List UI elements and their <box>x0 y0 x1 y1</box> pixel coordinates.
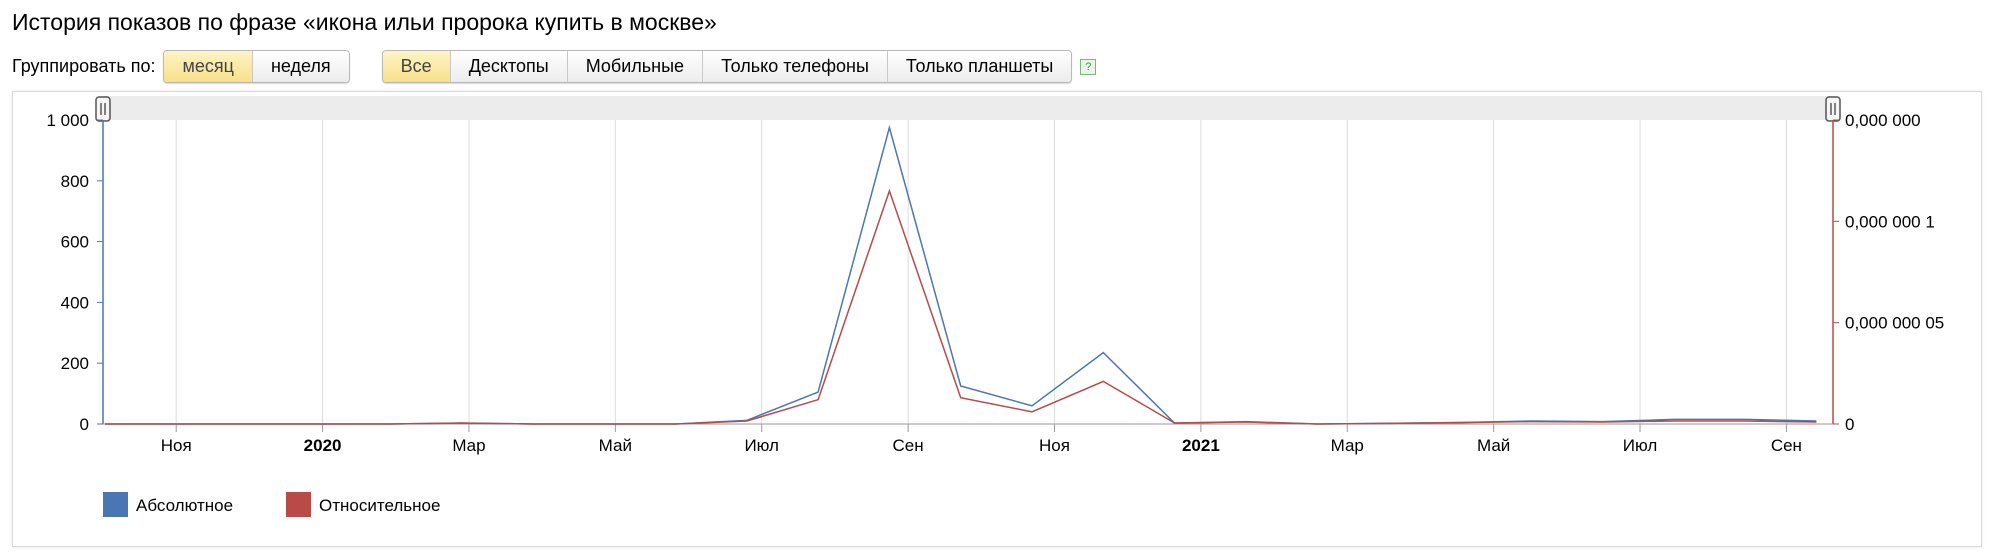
y-right-tick-label: 0,000 000 1 <box>1845 212 1935 231</box>
y-right-tick-label: 0 <box>1845 415 1854 434</box>
x-tick-label: Май <box>1477 436 1510 455</box>
legend-item[interactable]: Абсолютное <box>103 492 233 517</box>
y-right-tick-label: 0,000 000 05 <box>1845 314 1944 333</box>
device-mobile-button[interactable]: Мобильные <box>566 51 703 82</box>
x-tick-label: Сен <box>1771 436 1802 455</box>
range-handle-right[interactable] <box>1825 96 1841 122</box>
device-filter-toggle: Все Десктопы Мобильные Только телефоны Т… <box>381 50 1073 83</box>
x-tick-label: Мар <box>452 436 485 455</box>
legend-label: Относительное <box>319 496 440 515</box>
page-title: История показов по фразе «икона ильи про… <box>12 9 717 35</box>
x-tick-label: Ноя <box>1039 436 1070 455</box>
legend-label: Абсолютное <box>136 496 233 515</box>
x-tick-label: Июл <box>1623 436 1658 455</box>
device-phones-button[interactable]: Только телефоны <box>702 51 887 82</box>
chart-legend: Абсолютное Относительное <box>103 492 440 517</box>
x-tick-label: Июл <box>744 436 779 455</box>
y-left-tick-label: 600 <box>61 233 89 252</box>
series-line-absolute <box>105 124 1817 425</box>
y-left-tick-label: 1 000 <box>46 111 89 130</box>
y-right-tick-label: 0,000 000 <box>1845 111 1921 130</box>
x-tick-label: Мар <box>1331 436 1364 455</box>
y-left-tick-label: 400 <box>61 293 89 312</box>
x-tick-label: 2020 <box>304 436 342 455</box>
y-left-tick-label: 200 <box>61 354 89 373</box>
series-line-relative <box>105 188 1817 425</box>
legend-swatch <box>286 492 311 517</box>
range-handle-body <box>1825 96 1841 122</box>
group-by-month-button[interactable]: месяц <box>164 51 252 82</box>
group-by-label: Группировать по: <box>12 56 156 76</box>
x-tick-label: 2021 <box>1182 436 1220 455</box>
group-by-toggle: месяц неделя <box>163 50 350 83</box>
x-tick-label: Сен <box>893 436 924 455</box>
legend-swatch <box>103 492 128 517</box>
device-tablets-button[interactable]: Только планшеты <box>886 51 1072 82</box>
chart-panel: Ноя 2020 Мар Май Июл Сен Ноя 2021 Мар Май Июл Сен 0 2… <box>12 91 1982 547</box>
y-left-tick-label: 0 <box>80 415 89 434</box>
line-chart: Ноя 2020 Мар Май Июл Сен Ноя 2021 Мар Май Июл Сен 0 2… <box>46 96 1944 517</box>
range-navigator <box>103 96 1833 120</box>
y-left-tick-label: 800 <box>61 172 89 191</box>
controls-bar: Группировать по: месяц неделя Все Дескто… <box>12 50 1097 83</box>
range-handle-body <box>95 96 111 122</box>
group-by-week-button[interactable]: неделя <box>251 51 349 82</box>
x-tick-label: Май <box>599 436 632 455</box>
device-desktop-button[interactable]: Десктопы <box>449 51 567 82</box>
device-all-button[interactable]: Все <box>382 51 450 82</box>
range-handle-left[interactable] <box>95 96 111 122</box>
x-tick-label: Ноя <box>161 436 192 455</box>
legend-item[interactable]: Относительное <box>286 492 440 517</box>
help-icon[interactable]: ? <box>1080 58 1097 75</box>
